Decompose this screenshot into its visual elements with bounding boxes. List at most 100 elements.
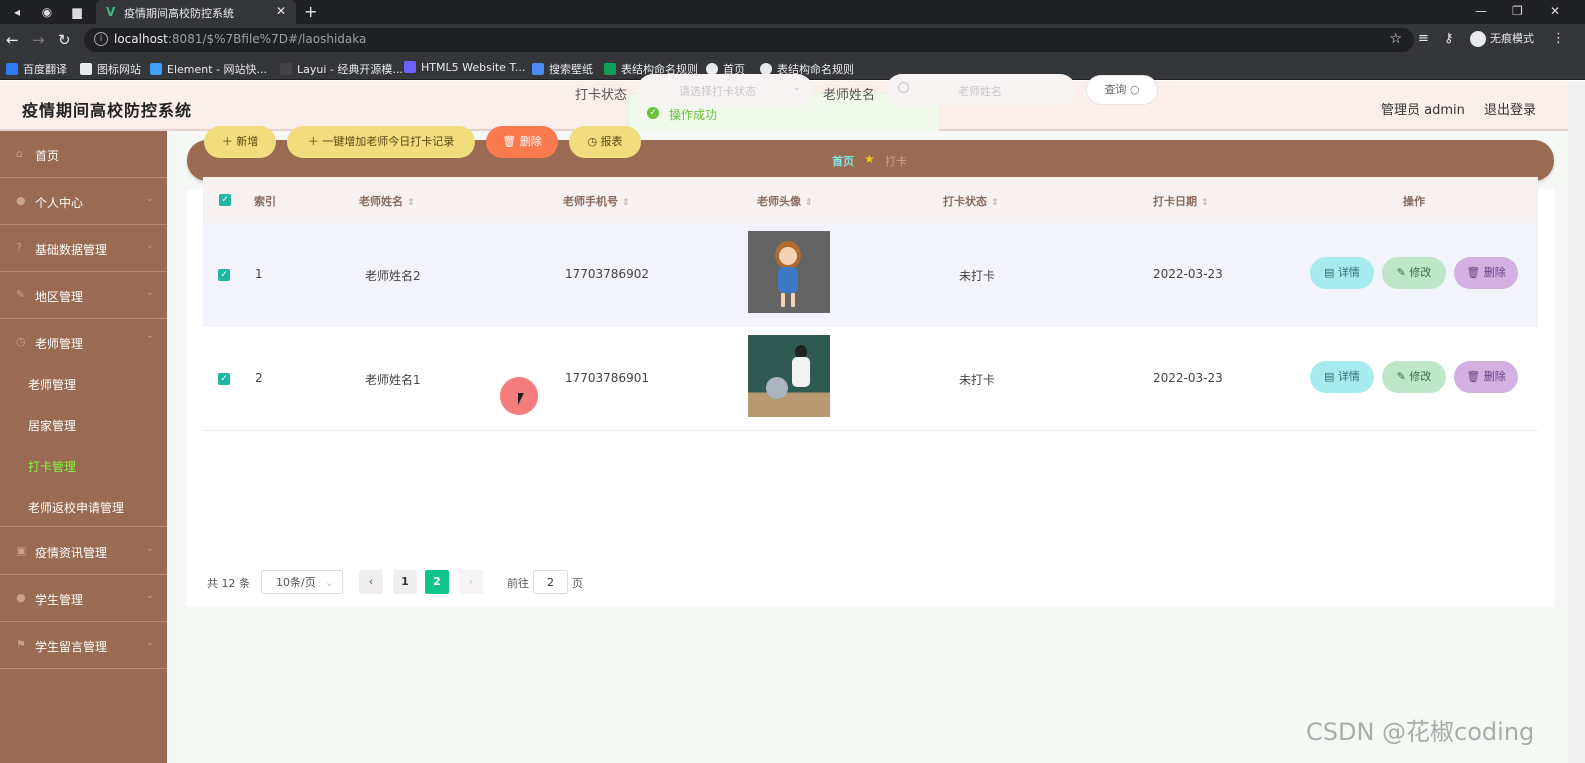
watermark: CSDN @花椒coding xyxy=(1306,718,1535,746)
delete-button[interactable]: 🗑 删除 xyxy=(1454,257,1518,289)
breadcrumb-home[interactable]: 首页 xyxy=(832,153,854,169)
sidebar-item-profile[interactable]: ● 个人中心 ⌄ xyxy=(0,178,167,225)
toast-message: 操作成功 xyxy=(669,108,718,122)
bookmark-item[interactable]: 图标网站 xyxy=(80,61,141,77)
query-button[interactable]: 查询 ○ xyxy=(1086,75,1158,105)
audio-icon[interactable]: ◂ xyxy=(8,3,26,21)
sidebar-item-label: 学生留言管理 xyxy=(35,640,108,654)
batch-delete-button[interactable]: 🗑 删除 xyxy=(486,126,558,158)
detail-button[interactable]: ▤ 详情 xyxy=(1310,257,1374,289)
sidebar-item-basic-data[interactable]: ? 基础数据管理 ⌄ xyxy=(0,225,167,272)
sidebar-item-student-messages[interactable]: ⚑ 学生留言管理 ⌄ xyxy=(0,622,167,669)
status-select[interactable]: 请选择打卡状态 ⌄ xyxy=(637,74,813,106)
cell-date: 2022-03-23 xyxy=(1153,267,1223,281)
restore-icon[interactable]: ❐ xyxy=(1512,4,1523,18)
col-status[interactable]: 打卡状态 ⇕ xyxy=(943,193,999,209)
chevron-down-icon: ⌄ xyxy=(792,82,801,93)
delete-button[interactable]: 🗑 删除 xyxy=(1454,361,1518,393)
more-menu-icon[interactable]: ⋮ xyxy=(1552,31,1565,46)
vue-favicon-icon: V xyxy=(106,5,116,19)
minimize-icon[interactable]: — xyxy=(1475,4,1487,18)
back-icon[interactable]: ← xyxy=(6,31,19,49)
prev-page-button[interactable]: ‹ xyxy=(359,570,383,594)
select-all-checkbox[interactable]: ✓ xyxy=(219,194,231,206)
chevron-down-icon: ⌄ xyxy=(146,288,154,298)
sidebar-subitem-checkin[interactable]: 打卡管理 xyxy=(0,445,167,486)
name-filter-label: 老师姓名 xyxy=(823,88,876,103)
next-page-button[interactable]: › xyxy=(459,570,483,594)
detail-button[interactable]: ▤ 详情 xyxy=(1310,361,1374,393)
logout-button[interactable]: 退出登录 xyxy=(1484,99,1536,118)
sidebar-subitem-home-quarantine[interactable]: 居家管理 xyxy=(0,404,167,445)
playlist-icon[interactable]: ≡ xyxy=(1418,31,1429,46)
sidebar-item-student[interactable]: ● 学生管理 ⌄ xyxy=(0,575,167,622)
sidebar-item-teacher[interactable]: ◷ 老师管理 ⌃ xyxy=(0,319,167,366)
bookmark-star-icon[interactable]: ☆ xyxy=(1389,31,1402,47)
add-button[interactable]: ＋ 新增 xyxy=(204,126,276,158)
bookmark-item[interactable]: 搜索壁纸 xyxy=(532,61,593,77)
forward-icon[interactable]: → xyxy=(32,31,45,49)
status-filter-label: 打卡状态 xyxy=(575,88,628,103)
user-icon: ● xyxy=(16,591,26,604)
close-window-icon[interactable]: ✕ xyxy=(1550,4,1560,18)
user-icon: ● xyxy=(16,194,26,207)
reload-icon[interactable]: ↻ xyxy=(58,31,71,49)
sidebar-item-label: 地区管理 xyxy=(35,290,84,304)
teacher-name-input[interactable]: 老师姓名 xyxy=(886,74,1076,106)
bookmark-item[interactable]: HTML5 Website T... xyxy=(404,61,525,74)
col-name[interactable]: 老师姓名 ⇕ xyxy=(359,193,415,209)
sidebar-item-news[interactable]: ▣ 疫情资讯管理 ⌄ xyxy=(0,528,167,575)
row-checkbox[interactable]: ✓ xyxy=(218,269,230,281)
chevron-down-icon: ⌄ xyxy=(146,544,154,554)
sidebar-item-label: 基础数据管理 xyxy=(35,243,108,257)
page-1-button[interactable]: 1 xyxy=(393,570,417,594)
report-button[interactable]: ◷ 报表 xyxy=(569,126,641,158)
col-phone[interactable]: 老师手机号 ⇕ xyxy=(563,193,630,209)
browser-tab-active[interactable]: V 疫情期间高校防控系统 ✕ xyxy=(96,0,296,24)
address-bar[interactable]: i localhost:8081/$%7Bfile%7D#/laoshidaka… xyxy=(84,28,1414,52)
sidebar-item-label: 学生管理 xyxy=(35,593,84,607)
sidebar-item-region[interactable]: ✎ 地区管理 ⌄ xyxy=(0,272,167,319)
sidebar-item-label: 老师管理 xyxy=(35,337,84,351)
new-tab-icon[interactable]: + xyxy=(304,2,317,21)
tab-close-icon[interactable]: ✕ xyxy=(276,4,286,18)
pinned-tab-icon-2[interactable]: ▆ xyxy=(68,3,86,21)
oneclick-add-checkin-button[interactable]: ＋ 一键增加老师今日打卡记录 xyxy=(287,126,475,158)
bookmark-item[interactable]: Element - 网站快... xyxy=(150,61,267,77)
pagination-total: 共 12 条 xyxy=(207,577,250,590)
col-index: 索引 xyxy=(254,195,276,208)
sidebar-subitem-teacher[interactable]: 老师管理 xyxy=(0,363,167,404)
edit-button[interactable]: ✎ 修改 xyxy=(1382,361,1446,393)
cell-index: 2 xyxy=(255,371,263,385)
cell-phone: 17703786901 xyxy=(565,371,649,385)
bookmark-item[interactable]: Layui - 经典开源模... xyxy=(280,61,403,77)
bookmark-item[interactable]: 百度翻译 xyxy=(6,61,67,77)
mouse-cursor-icon xyxy=(518,393,524,405)
goto-label: 前往 xyxy=(507,577,529,590)
page-2-button[interactable]: 2 xyxy=(425,570,449,594)
col-avatar[interactable]: 老师头像 ⇕ xyxy=(757,193,813,209)
incognito-indicator[interactable]: 无痕模式 xyxy=(1470,30,1534,47)
flag-icon: ⚑ xyxy=(16,638,26,651)
cell-name: 老师姓名2 xyxy=(365,269,421,283)
page-size-select[interactable]: 10条/页 ⌄ xyxy=(261,570,343,594)
current-user: 管理员 admin xyxy=(1381,103,1465,118)
row-checkbox[interactable]: ✓ xyxy=(218,373,230,385)
sidebar-subitem-return-request[interactable]: 老师返校申请管理 xyxy=(0,486,167,527)
url-text[interactable]: localhost:8081/$%7Bfile%7D#/laoshidaka xyxy=(114,32,366,46)
check-circle-icon: ✓ xyxy=(647,107,659,119)
sidebar-item-home[interactable]: ⌂ 首页 xyxy=(0,131,167,178)
page-scrollbar[interactable] xyxy=(1568,81,1585,763)
col-date[interactable]: 打卡日期 ⇕ xyxy=(1153,193,1209,209)
sidebar-item-label: 个人中心 xyxy=(35,196,84,210)
key-icon[interactable]: ⚷ xyxy=(1444,31,1454,46)
checkin-table: ✓ 索引 老师姓名 ⇕ 老师手机号 ⇕ 老师头像 ⇕ 打卡状态 ⇕ 打卡日期 ⇕ 操作 ✓… xyxy=(203,177,1538,431)
edit-button[interactable]: ✎ 修改 xyxy=(1382,257,1446,289)
teacher-avatar-image xyxy=(748,335,830,417)
cell-phone: 17703786902 xyxy=(565,267,649,281)
info-icon[interactable]: i xyxy=(94,32,108,46)
pinned-tab-icon[interactable]: ◉ xyxy=(38,3,56,21)
edit-icon: ✎ xyxy=(16,288,26,301)
tab-title: 疫情期间高校防控系统 xyxy=(124,7,234,20)
goto-page-input[interactable]: 2 xyxy=(533,570,568,594)
